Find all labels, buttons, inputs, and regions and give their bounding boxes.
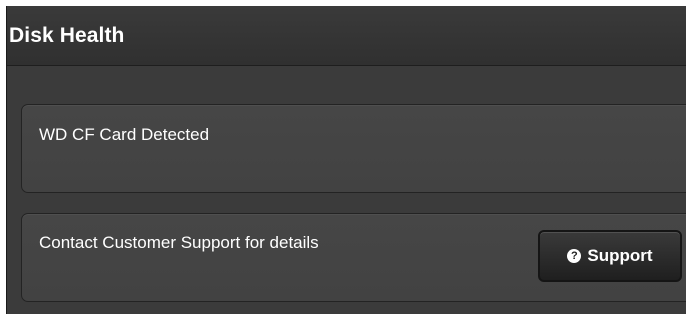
support-status-message: Contact Customer Support for details <box>39 233 319 252</box>
panel-body: WD CF Card Detected Contact Customer Sup… <box>7 66 686 314</box>
cf-card-status-message: WD CF Card Detected <box>39 125 210 144</box>
support-button-label: Support <box>587 246 653 265</box>
panel-title: Disk Health <box>9 24 125 47</box>
panel-header: Disk Health <box>7 6 686 66</box>
status-card-support: Contact Customer Support for details ? S… <box>21 213 686 302</box>
disk-health-panel: Disk Health WD CF Card Detected Contact … <box>6 6 686 314</box>
support-button[interactable]: ? Support <box>538 230 682 282</box>
status-card-cf-card: WD CF Card Detected <box>21 104 686 193</box>
question-circle-icon: ? <box>567 249 582 263</box>
